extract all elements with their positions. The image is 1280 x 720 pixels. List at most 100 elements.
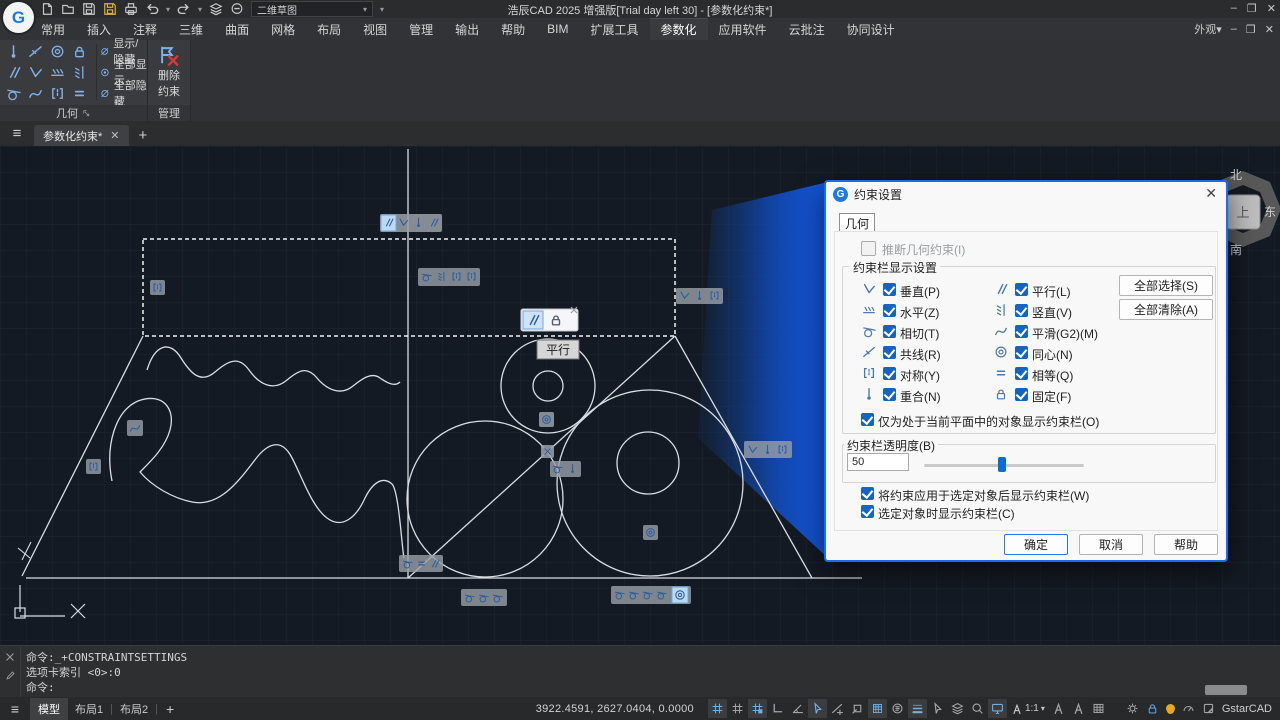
zoom-icon[interactable] [968, 699, 987, 718]
command-edit-icon[interactable] [5, 670, 16, 681]
equal-checkbox[interactable] [1015, 367, 1028, 380]
symmetric-checkbox[interactable] [883, 367, 896, 380]
smooth-constraint-button[interactable] [24, 83, 46, 104]
tab-qumian[interactable]: 曲面 [214, 18, 260, 40]
collinear-checkbox[interactable] [883, 346, 896, 359]
mdi-minimize-button[interactable]: – [1231, 23, 1237, 35]
tab-canshuhua-active[interactable]: 参数化 [650, 18, 708, 40]
constraint-bar[interactable] [461, 589, 507, 606]
redo-caret-icon[interactable]: ▾ [198, 5, 202, 14]
tab-sanwei[interactable]: 三维 [168, 18, 214, 40]
vertical-checkbox[interactable] [1015, 304, 1028, 317]
tab-yingyongruanjian[interactable]: 应用软件 [708, 18, 778, 40]
transparency-slider-thumb[interactable] [998, 457, 1006, 472]
coincident-constraint-button[interactable] [2, 41, 24, 62]
tangent-checkbox[interactable] [883, 325, 896, 338]
performance-gauge-icon[interactable] [1182, 702, 1195, 715]
grid-display-icon[interactable] [708, 699, 727, 718]
document-menu-icon[interactable]: ≡ [0, 121, 34, 146]
tab-bim[interactable]: BIM [536, 18, 579, 40]
export-icon[interactable] [1202, 702, 1215, 715]
dialog-launcher-icon[interactable] [82, 109, 91, 118]
clear-all-button[interactable]: 全部清除(A) [1119, 299, 1213, 320]
concentric-constraint-button[interactable] [46, 41, 68, 62]
appearance-menu[interactable]: 外观▾ [1194, 21, 1222, 37]
ok-button[interactable]: 确定 [1004, 534, 1068, 555]
show-after-apply-checkbox[interactable] [861, 487, 874, 500]
symmetric-constraint-button[interactable] [46, 83, 68, 104]
chat-icon[interactable] [230, 2, 244, 16]
horizontal-checkbox[interactable] [883, 304, 896, 317]
parallel-constraint-button[interactable] [2, 62, 24, 83]
mdi-close-button[interactable]: ✕ [1265, 23, 1274, 36]
document-tab[interactable]: 参数化约束* ✕ [34, 125, 129, 146]
clean-screen-icon[interactable] [988, 699, 1007, 718]
undo-icon[interactable] [145, 2, 159, 16]
auto-annotation-icon[interactable] [1069, 699, 1088, 718]
viewcube-up-label[interactable]: 上 [1236, 205, 1249, 220]
object-snap-icon[interactable] [848, 699, 867, 718]
tab-buju[interactable]: 布局 [306, 18, 352, 40]
new-layout-button[interactable]: + [158, 701, 182, 717]
new-document-tab-button[interactable]: + [139, 125, 148, 146]
constraint-bar[interactable] [418, 268, 480, 286]
hint-bulb-icon[interactable] [1166, 704, 1175, 713]
symmetric-badge[interactable] [150, 280, 165, 295]
constraint-bar[interactable] [611, 586, 691, 604]
constraint-bar[interactable] [380, 214, 442, 232]
horizontal-constraint-button[interactable] [46, 62, 68, 83]
redo-icon[interactable] [177, 2, 191, 16]
collinear-constraint-button[interactable] [24, 41, 46, 62]
angle-snap-icon[interactable] [828, 699, 847, 718]
concentric-badge[interactable] [539, 412, 554, 427]
command-history[interactable]: 命令:_+CONSTRAINTSETTINGS 选项卡索引 <0>:0 命令: [26, 650, 187, 695]
geometry-panel-caption[interactable]: 几何 [0, 105, 147, 121]
constraint-popup[interactable] [521, 307, 578, 331]
tab-wangge[interactable]: 网格 [260, 18, 306, 40]
settings-gear-icon[interactable] [1126, 702, 1139, 715]
dynamic-input-icon[interactable] [808, 699, 827, 718]
qat-overflow-icon[interactable]: ▾ [380, 5, 384, 14]
viewcube-south-label[interactable]: 南 [1230, 242, 1242, 257]
tab-guanli[interactable]: 管理 [398, 18, 444, 40]
help-button[interactable]: 帮助 [1154, 534, 1218, 555]
polar-tracking-icon[interactable] [788, 699, 807, 718]
annotation-visibility-icon[interactable] [1049, 699, 1068, 718]
app-logo[interactable]: G [3, 2, 34, 33]
tab-changyong[interactable]: 常用 [30, 18, 76, 40]
command-prompt[interactable]: 命令: [26, 680, 187, 695]
save-icon[interactable] [82, 2, 96, 16]
print-icon[interactable] [124, 2, 138, 16]
transparency-input[interactable]: 50 [847, 453, 909, 471]
fix-checkbox[interactable] [1015, 388, 1028, 401]
undo-caret-icon[interactable]: ▾ [166, 5, 170, 14]
model-tab[interactable]: 模型 [30, 698, 68, 720]
constraint-bar[interactable] [550, 461, 581, 477]
ortho-mode-icon[interactable] [768, 699, 787, 718]
tab-kuozhan[interactable]: 扩展工具 [580, 18, 650, 40]
constraint-bar[interactable] [676, 288, 723, 304]
tab-geometry[interactable]: 几何 [839, 213, 875, 233]
command-close-icon[interactable] [5, 652, 15, 662]
smooth-badge[interactable] [127, 420, 143, 436]
object-snap-tracking-icon[interactable] [888, 699, 907, 718]
tangent-constraint-button[interactable] [2, 83, 24, 104]
snap-mode-icon[interactable] [748, 699, 767, 718]
ui-lock-icon[interactable] [1146, 702, 1159, 715]
command-scrollbar[interactable] [1205, 685, 1247, 695]
coincident-checkbox[interactable] [883, 388, 896, 401]
concentric-badge[interactable] [643, 525, 658, 540]
delete-constraints-button[interactable]: 删除约束 [151, 42, 187, 104]
layers-icon[interactable] [209, 2, 223, 16]
parallel-checkbox[interactable] [1015, 283, 1028, 296]
smooth-checkbox[interactable] [1015, 325, 1028, 338]
layout1-tab[interactable]: 布局1 [68, 701, 110, 717]
vertical-constraint-button[interactable] [68, 62, 90, 83]
layout2-tab[interactable]: 布局2 [113, 701, 155, 717]
cancel-button[interactable]: 取消 [1079, 534, 1143, 555]
new-file-icon[interactable] [40, 2, 54, 16]
select-all-button[interactable]: 全部选择(S) [1119, 275, 1213, 296]
command-line-panel[interactable]: 命令:_+CONSTRAINTSETTINGS 选项卡索引 <0>:0 命令: [0, 645, 1280, 698]
quick-properties-icon[interactable] [1089, 699, 1108, 718]
open-file-icon[interactable] [61, 2, 75, 16]
